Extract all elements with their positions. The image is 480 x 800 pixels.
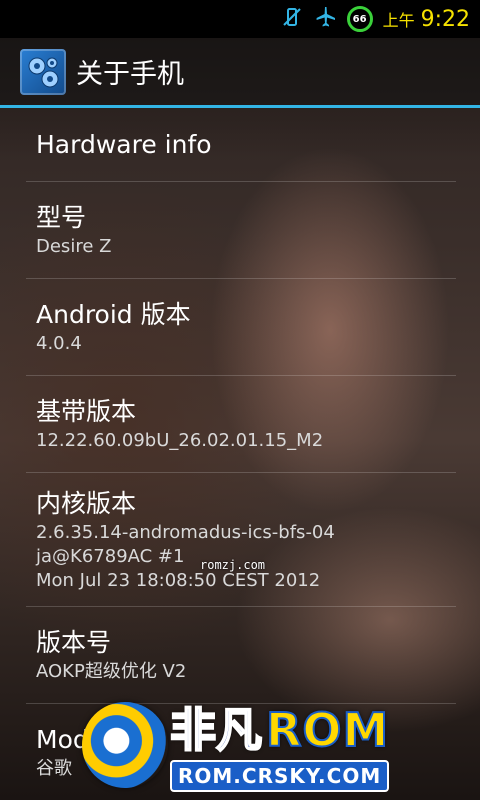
screen: 66 上午 9:22 关于手机 Hardware info 型号 Desire … [0, 0, 480, 800]
crsky-rom-logo: 非凡 ROM ROM.CRSKY.COM [70, 698, 470, 798]
clock: 上午 9:22 [383, 7, 470, 32]
clock-ampm: 上午 [382, 10, 415, 30]
list-item-model[interactable]: 型号 Desire Z [26, 182, 456, 279]
watermark-text: romzj.com [200, 558, 266, 572]
item-title: Android 版本 [36, 300, 191, 329]
item-title: 内核版本 [36, 488, 137, 518]
list-item-baseband-version[interactable]: 基带版本 12.22.60.09bU_26.02.01.15_M2 [26, 376, 456, 473]
item-title: 版本号 [36, 628, 112, 657]
settings-list: Hardware info 型号 Desire Z Android 版本 4.0… [26, 108, 456, 800]
status-bar: 66 上午 9:22 [0, 0, 480, 38]
battery-icon: 66 [346, 6, 373, 32]
list-item-android-version[interactable]: Android 版本 4.0.4 [26, 279, 456, 376]
item-summary: 2.6.35.14-andromadus-ics-bfs-04 ja@K6789… [36, 521, 335, 591]
list-item-build-number[interactable]: 版本号 AOKP超级优化 V2 [26, 607, 456, 704]
item-summary: 4.0.4 [36, 333, 82, 354]
page-title: 关于手机 [76, 59, 184, 90]
item-title: 基带版本 [36, 397, 137, 426]
item-summary: Desire Z [36, 236, 112, 257]
item-title: 型号 [36, 203, 87, 232]
airplane-mode-icon [313, 6, 337, 33]
item-summary: AOKP超级优化 V2 [36, 661, 187, 682]
logo-title: 非凡 ROM [169, 702, 390, 758]
list-item-kernel-version[interactable]: 内核版本 2.6.35.14-andromadus-ics-bfs-04 ja@… [26, 473, 456, 607]
settings-gears-icon[interactable] [20, 48, 66, 95]
action-bar: 关于手机 [0, 38, 480, 108]
section-header-hardware-info: Hardware info [26, 108, 456, 182]
logo-chars: 非凡 [169, 702, 263, 758]
logo-swirl-icon [82, 702, 168, 788]
clock-time: 9:22 [420, 6, 470, 32]
vibrate-off-icon [281, 6, 303, 33]
logo-url: ROM.CRSKY.COM [170, 760, 390, 792]
item-summary: 12.22.60.09bU_26.02.01.15_M2 [36, 430, 324, 451]
logo-rom: ROM [265, 702, 390, 758]
